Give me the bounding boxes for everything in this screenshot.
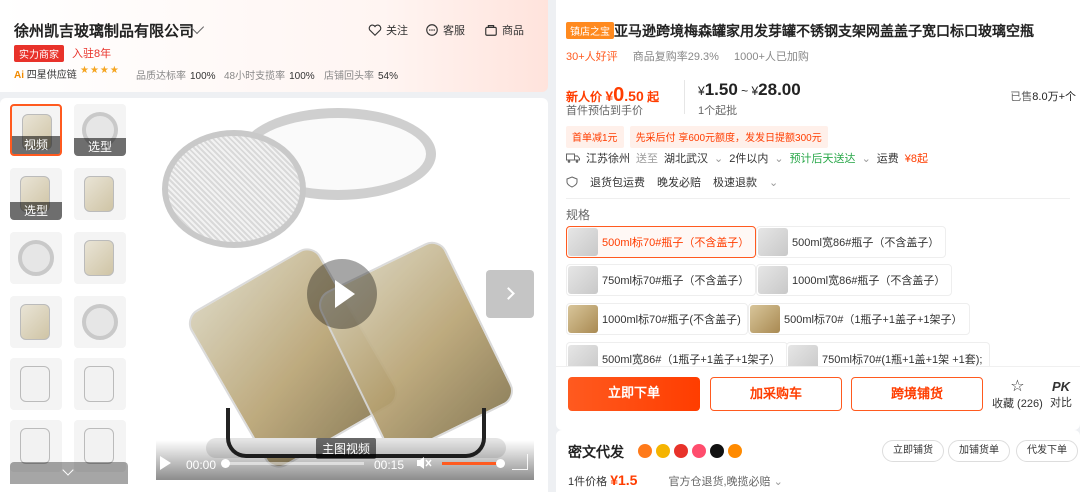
- spec-option[interactable]: 500ml宽86#瓶子（不含盖子）: [756, 226, 947, 258]
- shop-badge: 实力商家: [14, 45, 64, 62]
- service-row[interactable]: 退货包运费 晚发必赔 极速退款 ⌄: [566, 174, 778, 190]
- cross-border-button[interactable]: 跨境铺货: [851, 377, 983, 411]
- platform-icon: [656, 444, 670, 458]
- dropship-panel: 密文代发 立即铺货 加铺货单 代发下单 1件价格 ¥1.5 官方仓退货,晚揽必赔…: [556, 430, 1080, 492]
- thumb-select-1[interactable]: 选型: [74, 104, 126, 156]
- spec-option[interactable]: 500ml标70#瓶子（不含盖子）: [566, 226, 757, 258]
- store-icon: [485, 25, 497, 36]
- dropship-order-button[interactable]: 代发下单: [1016, 440, 1078, 462]
- price-box: 新人价 ¥0.50 起 首件预估到手价 ¥1.50 ~ ¥28.00 1个起批 …: [566, 74, 1080, 120]
- thumb-image[interactable]: [74, 232, 126, 284]
- dropship-price: 1件价格 ¥1.5 官方仓退货,晚揽必赔 ⌄: [568, 472, 783, 488]
- shield-icon: [566, 176, 578, 188]
- treasure-tag: 镇店之宝: [566, 22, 614, 39]
- shop-name[interactable]: 徐州凯吉玻璃制品有限公司: [14, 20, 194, 41]
- thumb-image[interactable]: [10, 358, 62, 410]
- order-now-button[interactable]: 立即下单: [568, 377, 700, 411]
- spec-option[interactable]: 500ml标70#（1瓶子+1盖子+1架子）: [748, 303, 970, 335]
- platform-icon: [674, 444, 688, 458]
- follow-button[interactable]: 关注: [368, 22, 408, 38]
- video-progress[interactable]: [221, 459, 364, 468]
- dropship-title: 密文代发: [568, 444, 624, 460]
- star-icon: ☆: [1010, 378, 1025, 395]
- thumb-image[interactable]: [74, 358, 126, 410]
- thumb-image[interactable]: [74, 168, 126, 220]
- video-duration: 00:15: [374, 458, 405, 472]
- spec-option[interactable]: 1000ml宽86#瓶子（不含盖子）: [756, 264, 953, 296]
- metric-pickup: 48小时支揽率 100%: [224, 71, 315, 82]
- chat-icon: [426, 24, 438, 36]
- tiktok-icon: [710, 444, 724, 458]
- sold-count: 已售8.0万+个: [1010, 91, 1076, 103]
- buy-bar: 立即下单 加采购车 跨境铺货 ☆ 收藏 (226) PK 对比: [556, 366, 1080, 422]
- chevron-down-icon: [62, 464, 74, 476]
- spec-option[interactable]: 1000ml标70#瓶子(不含盖子): [566, 303, 748, 335]
- platform-icon: [728, 444, 742, 458]
- thumb-image[interactable]: [10, 232, 62, 284]
- promo-row[interactable]: 首单减1元 先采后付 享600元额度，发发日提额300元: [566, 126, 828, 148]
- promo-pay-later[interactable]: 先采后付 享600元额度，发发日提额300元: [629, 126, 828, 148]
- thumb-image[interactable]: [74, 296, 126, 348]
- truck-icon: [566, 153, 580, 163]
- chevron-right-icon: [502, 287, 515, 300]
- ship-destination[interactable]: 湖北武汉: [664, 150, 708, 166]
- fullscreen-icon[interactable]: [512, 454, 528, 470]
- goods-button[interactable]: 商品: [484, 22, 524, 38]
- promo-first-order[interactable]: 首单减1元: [566, 126, 624, 148]
- service-button[interactable]: 客服: [425, 22, 465, 38]
- metric-return: 店铺回头率 54%: [324, 71, 399, 82]
- join-years: 入驻8年: [72, 48, 112, 60]
- platform-icon: [692, 444, 706, 458]
- mute-icon[interactable]: [416, 456, 432, 470]
- platform-icon: [638, 444, 652, 458]
- heart-icon: [368, 24, 382, 37]
- rating-stars: ★★★★: [80, 65, 120, 76]
- thumb-select-2[interactable]: 选型: [10, 168, 62, 220]
- next-image-button[interactable]: [486, 270, 534, 318]
- compare-button[interactable]: PK 对比: [1050, 379, 1072, 410]
- ai-supply-label: Ai 四星供应链: [14, 70, 77, 81]
- volume-slider[interactable]: [442, 459, 505, 468]
- product-stats: 30+人好评 商品复购率29.3% 1000+人已加购: [566, 51, 809, 63]
- thumb-video[interactable]: 视频: [10, 104, 62, 156]
- chevron-down-icon: ⌄: [769, 176, 779, 189]
- video-current-time: 00:00: [186, 458, 217, 472]
- spec-title: 规格: [566, 208, 591, 222]
- main-product-image[interactable]: [156, 108, 534, 480]
- main-video-label: 主图视频: [316, 438, 377, 459]
- favorite-button[interactable]: ☆ 收藏 (226): [992, 379, 1043, 411]
- platform-icons: [638, 444, 742, 458]
- min-order: 1个起批: [698, 105, 738, 117]
- video-play-icon[interactable]: [160, 456, 171, 470]
- product-title: 亚马逊跨境梅森罐家用发芽罐不锈钢支架网盖盖子宽口标口玻璃空瓶: [614, 23, 1034, 39]
- add-distribute-button[interactable]: 加铺货单: [948, 440, 1010, 462]
- shipping-row: 江苏徐州 送至 湖北武汉 ⌄ 2件以内 ⌄ 预计后天送达 ⌄ 运费 ¥8起: [566, 150, 928, 166]
- add-cart-button[interactable]: 加采购车: [710, 377, 842, 411]
- shop-header: 徐州凯吉玻璃制品有限公司 实力商家 入驻8年 Ai 四星供应链 ★★★★ 品质达…: [0, 0, 548, 92]
- distribute-now-button[interactable]: 立即铺货: [882, 440, 944, 462]
- thumb-image[interactable]: [10, 296, 62, 348]
- play-icon[interactable]: [307, 259, 377, 329]
- spec-option[interactable]: 750ml标70#瓶子（不含盖子）: [566, 264, 757, 296]
- metric-quality: 品质达标率 100%: [136, 71, 216, 82]
- thumbs-scroll-down[interactable]: [10, 462, 128, 484]
- first-item-price-label: 首件预估到手价: [566, 105, 643, 117]
- price-range: ¥1.50 ~ ¥28.00: [698, 80, 801, 99]
